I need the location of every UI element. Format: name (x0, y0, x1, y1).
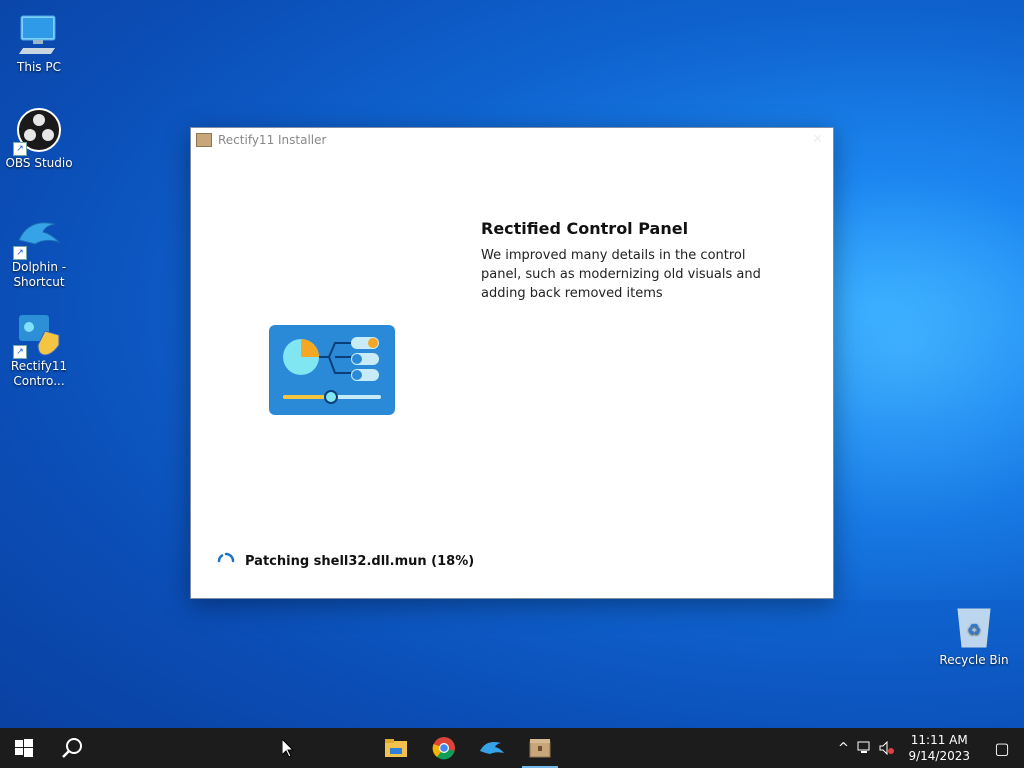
status-text: Patching shell32.dll.mun (18%) (245, 553, 475, 569)
taskbar: ^ 11:11 AM 9/14/2023 ▢ (0, 728, 1024, 768)
desktop-icon-label: Dolphin - Shortcut (11, 260, 67, 289)
taskbar-rectify11-installer[interactable] (516, 728, 564, 768)
window-title: Rectify11 Installer (218, 133, 327, 147)
feature-description: We improved many details in the control … (481, 248, 761, 301)
obs-icon: ↗ (13, 106, 63, 156)
desktop-icon-this-pc[interactable]: This PC (1, 10, 77, 75)
clock-time: 11:11 AM (910, 733, 968, 747)
desktop-icon-label: Rectify11 Contro... (10, 359, 68, 388)
volume-muted-icon[interactable] (876, 728, 898, 768)
clock-date: 9/14/2023 (908, 749, 970, 763)
install-status: Patching shell32.dll.mun (18%) (217, 552, 474, 570)
desktop-icon-rectify11-control-panel[interactable]: ↗ Rectify11 Contro... (1, 309, 77, 389)
mouse-cursor-icon (282, 739, 294, 757)
desktop-icon-recycle-bin[interactable]: ♻ Recycle Bin (936, 603, 1012, 668)
window-titlebar[interactable]: Rectify11 Installer ✕ (191, 128, 833, 152)
taskbar-dolphin[interactable] (468, 728, 516, 768)
file-explorer-icon (385, 739, 407, 757)
svg-text:♻: ♻ (967, 620, 981, 639)
start-icon (15, 739, 33, 757)
search-button[interactable] (48, 728, 96, 768)
loading-spinner-icon (217, 552, 235, 563)
this-pc-icon (15, 10, 63, 58)
taskbar-chrome[interactable] (420, 728, 468, 768)
desktop-icon-label: OBS Studio (5, 156, 73, 170)
desktop-icon-label: This PC (17, 60, 61, 74)
system-tray: ^ 11:11 AM 9/14/2023 ▢ (832, 728, 1024, 768)
shortcut-arrow-icon: ↗ (13, 246, 27, 260)
recycle-bin-icon: ♻ (950, 603, 998, 651)
notifications-icon[interactable]: ▢ (980, 728, 1024, 768)
dolphin-icon: ↗ (13, 210, 63, 260)
chrome-icon (432, 737, 455, 760)
start-button[interactable] (0, 728, 48, 768)
desktop-icon-obs-studio[interactable]: ↗ OBS Studio (1, 106, 77, 171)
rectify11-control-panel-icon: ↗ (13, 309, 63, 359)
installer-window: Rectify11 Installer ✕ Rectified Control … (190, 127, 834, 599)
rectify11-installer-icon (529, 739, 551, 758)
taskbar-file-explorer[interactable] (372, 728, 420, 768)
shortcut-arrow-icon: ↗ (13, 142, 27, 156)
shortcut-arrow-icon: ↗ (13, 345, 27, 359)
taskbar-clock[interactable]: 11:11 AM 9/14/2023 (898, 732, 980, 764)
close-button[interactable]: ✕ (812, 132, 823, 147)
desktop-icon-dolphin[interactable]: ↗ Dolphin - Shortcut (1, 210, 77, 290)
desktop-icon-label: Recycle Bin (939, 653, 1009, 667)
show-hidden-icons-chevron-icon[interactable]: ^ (832, 728, 854, 768)
installer-box-icon (196, 133, 212, 147)
dolphin-icon (480, 742, 504, 754)
feature-heading: Rectified Control Panel (481, 219, 689, 238)
network-icon[interactable] (854, 728, 876, 768)
control-panel-illustration-icon (269, 325, 395, 415)
search-icon (62, 738, 82, 758)
